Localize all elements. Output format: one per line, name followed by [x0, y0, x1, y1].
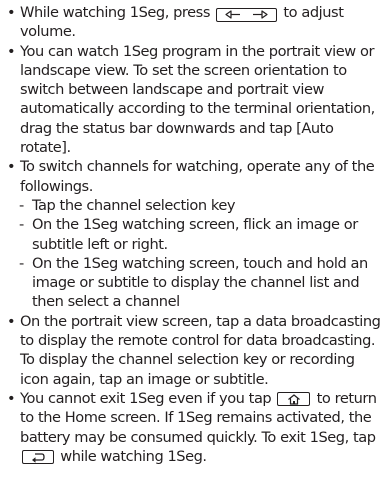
note-volume-text-before: While watching 1Seg, press: [20, 4, 210, 21]
notes-list: While watching 1Seg, press to adjust vol…: [7, 3, 383, 466]
house-icon: [288, 394, 300, 405]
volume-right-arrow-icon: [252, 10, 268, 19]
sub-item-text: On the 1Seg watching screen, flick an im…: [32, 216, 358, 253]
note-orientation: You can watch 1Seg program in the portra…: [7, 42, 383, 158]
note-switch-channels: To switch channels for watching, operate…: [7, 157, 383, 196]
note-data-broadcasting-text: On the portrait view screen, tap a data …: [20, 312, 381, 388]
note-exit-text-1: You cannot exit 1Seg even if you tap: [20, 389, 272, 407]
home-key-icon: [277, 392, 311, 407]
note-volume: While watching 1Seg, press to adjust vol…: [7, 3, 383, 42]
sub-item-touch-hold: On the 1Seg watching screen, touch and h…: [7, 254, 383, 312]
sub-item-text: On the 1Seg watching screen, touch and h…: [32, 254, 368, 311]
volume-left-right-key-icon: [216, 7, 278, 22]
note-data-broadcasting: On the portrait view screen, tap a data …: [7, 312, 383, 389]
note-orientation-text: You can watch 1Seg program in the portra…: [20, 42, 375, 157]
back-key-icon: [22, 450, 54, 465]
back-arrow-icon: [32, 453, 45, 463]
sub-item-text: Tap the channel selection key: [32, 196, 236, 214]
note-switch-channels-text: To switch channels for watching, operate…: [20, 158, 375, 195]
sub-item-flick: On the 1Seg watching screen, flick an im…: [7, 215, 383, 254]
sub-item-channel-key: Tap the channel selection key: [7, 196, 383, 216]
note-exit-1seg: You cannot exit 1Seg even if you tap to …: [7, 389, 383, 466]
note-exit-text-3: while watching 1Seg.: [60, 447, 207, 465]
volume-left-arrow-icon: [225, 10, 241, 19]
